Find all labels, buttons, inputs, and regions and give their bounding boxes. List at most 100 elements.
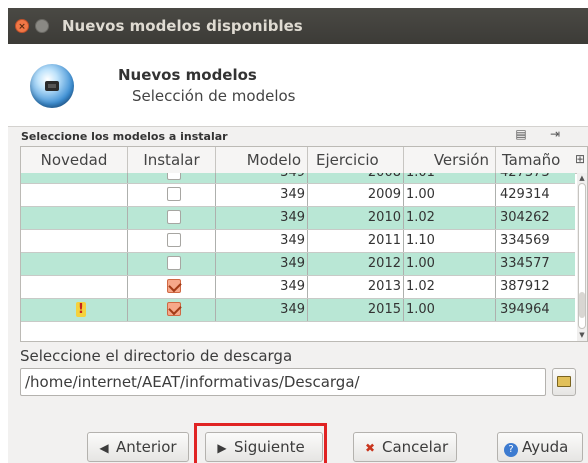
cell-modelo: 349 — [216, 207, 308, 229]
cell-instalar[interactable] — [128, 299, 216, 321]
cell-novedad — [21, 173, 128, 183]
tamano-value: 387912 — [500, 279, 550, 294]
modelo-value: 349 — [280, 173, 305, 180]
cell-tamano: 429314 — [496, 184, 576, 206]
column-header-ejercicio[interactable]: Ejercicio — [308, 147, 404, 173]
close-icon[interactable]: × — [15, 19, 29, 33]
table-body: 349 2008 1.01 427373 349 2009 1.00 429314 349 201… — [21, 173, 575, 322]
dialog-header: Nuevos modelos Selección de modelos — [8, 44, 588, 127]
browse-folder-button[interactable] — [552, 368, 576, 396]
next-button-highlight — [194, 423, 327, 463]
cell-version: 1.01 — [404, 173, 496, 183]
table-row[interactable]: 349 2009 1.00 429314 — [21, 184, 575, 207]
scroll-down-icon[interactable]: ▼ — [578, 331, 586, 339]
scroll-thumb[interactable] — [579, 292, 585, 318]
tamano-value: 427373 — [500, 173, 550, 180]
cell-version: 1.00 — [404, 299, 496, 321]
header-title: Nuevos modelos — [118, 66, 257, 84]
column-chooser-icon[interactable]: ⊞ — [575, 152, 585, 166]
cell-instalar[interactable] — [128, 207, 216, 229]
tamano-value: 334577 — [500, 256, 550, 271]
download-dir-input[interactable]: /home/internet/AEAT/informativas/Descarg… — [20, 368, 546, 396]
version-value: 1.00 — [406, 187, 435, 202]
version-value: 1.00 — [406, 256, 435, 271]
install-checkbox[interactable] — [167, 256, 181, 270]
install-checkbox[interactable] — [167, 233, 181, 247]
version-value: 1.02 — [406, 210, 435, 225]
cell-modelo: 349 — [216, 173, 308, 183]
version-value: 1.00 — [406, 302, 435, 317]
help-button[interactable]: ? Ayuda — [497, 432, 583, 462]
cell-version: 1.00 — [404, 253, 496, 275]
ejercicio-value: 2015 — [367, 302, 401, 317]
column-header-tamano[interactable]: Tamaño — [496, 147, 576, 173]
ejercicio-value: 2012 — [367, 256, 401, 271]
table-row[interactable]: ! 349 2015 1.00 394964 — [21, 299, 575, 322]
table-row[interactable]: 349 2011 1.10 334569 — [21, 230, 575, 253]
cell-version: 1.00 — [404, 184, 496, 206]
table-row[interactable]: 349 2012 1.00 334577 — [21, 253, 575, 276]
ejercicio-value: 2008 — [368, 173, 401, 180]
table-row[interactable]: 349 2013 1.02 387912 — [21, 276, 575, 299]
modelo-value: 349 — [280, 187, 305, 202]
minimize-icon[interactable] — [35, 19, 49, 33]
cell-tamano: 427373 — [496, 173, 575, 183]
cell-modelo: 349 — [216, 230, 308, 252]
cell-ejercicio: 2010 — [308, 207, 404, 229]
cell-instalar[interactable] — [128, 173, 216, 183]
modelo-value: 349 — [280, 210, 305, 225]
modelo-value: 349 — [280, 279, 305, 294]
cancel-button[interactable]: ✖ Cancelar — [353, 432, 457, 462]
cell-instalar[interactable] — [128, 276, 216, 298]
columns-icon[interactable]: ▤ — [514, 127, 528, 141]
cell-novedad — [21, 276, 128, 298]
cell-novedad — [21, 184, 128, 206]
install-checkbox[interactable] — [167, 210, 181, 224]
cell-novedad — [21, 207, 128, 229]
scroll-toggle-icon[interactable]: ⇥ — [548, 127, 562, 141]
prev-button-label: Anterior — [116, 438, 177, 456]
cancel-x-icon: ✖ — [364, 441, 376, 455]
cell-novedad — [21, 230, 128, 252]
cell-instalar[interactable] — [128, 253, 216, 275]
modelo-value: 349 — [280, 233, 305, 248]
scroll-track[interactable] — [578, 183, 586, 329]
table-row[interactable]: 349 2008 1.01 427373 — [21, 173, 575, 184]
cell-version: 1.10 — [404, 230, 496, 252]
scroll-up-icon[interactable]: ▲ — [578, 174, 586, 182]
column-header-version[interactable]: Versión — [404, 147, 496, 173]
vertical-scrollbar[interactable]: ▲ ▼ — [577, 173, 587, 341]
cell-novedad: ! — [21, 299, 128, 321]
table-row[interactable]: 349 2010 1.02 304262 — [21, 207, 575, 230]
modelo-value: 349 — [280, 256, 305, 271]
install-checkbox[interactable] — [167, 187, 181, 201]
tamano-value: 334569 — [500, 233, 550, 248]
cell-tamano: 334569 — [496, 230, 576, 252]
cell-tamano: 387912 — [496, 276, 576, 298]
column-header-novedad[interactable]: Novedad — [21, 147, 128, 173]
cell-ejercicio: 2015 — [308, 299, 404, 321]
cell-modelo: 349 — [216, 184, 308, 206]
tamano-value: 394964 — [500, 302, 550, 317]
table-header: Novedad Instalar Modelo Ejercicio Versió… — [21, 147, 587, 174]
version-value: 1.01 — [406, 173, 435, 180]
models-table: Novedad Instalar Modelo Ejercicio Versió… — [20, 146, 588, 342]
help-icon: ? — [504, 443, 518, 457]
cell-modelo: 349 — [216, 276, 308, 298]
cell-instalar[interactable] — [128, 230, 216, 252]
warning-icon: ! — [76, 302, 86, 317]
modelo-value: 349 — [280, 302, 305, 317]
ejercicio-value: 2010 — [367, 210, 401, 225]
cell-version: 1.02 — [404, 207, 496, 229]
install-checkbox[interactable] — [167, 302, 181, 316]
folder-open-icon — [557, 376, 571, 387]
install-checkbox[interactable] — [167, 173, 181, 180]
cell-modelo: 349 — [216, 253, 308, 275]
prev-button[interactable]: ◀ Anterior — [87, 432, 189, 462]
column-header-instalar[interactable]: Instalar — [128, 147, 216, 173]
cell-instalar[interactable] — [128, 184, 216, 206]
column-header-modelo[interactable]: Modelo — [216, 147, 308, 173]
dialog-window: × Nuevos modelos disponibles Nuevos mode… — [8, 8, 588, 463]
cell-tamano: 334577 — [496, 253, 576, 275]
install-checkbox[interactable] — [167, 279, 181, 293]
